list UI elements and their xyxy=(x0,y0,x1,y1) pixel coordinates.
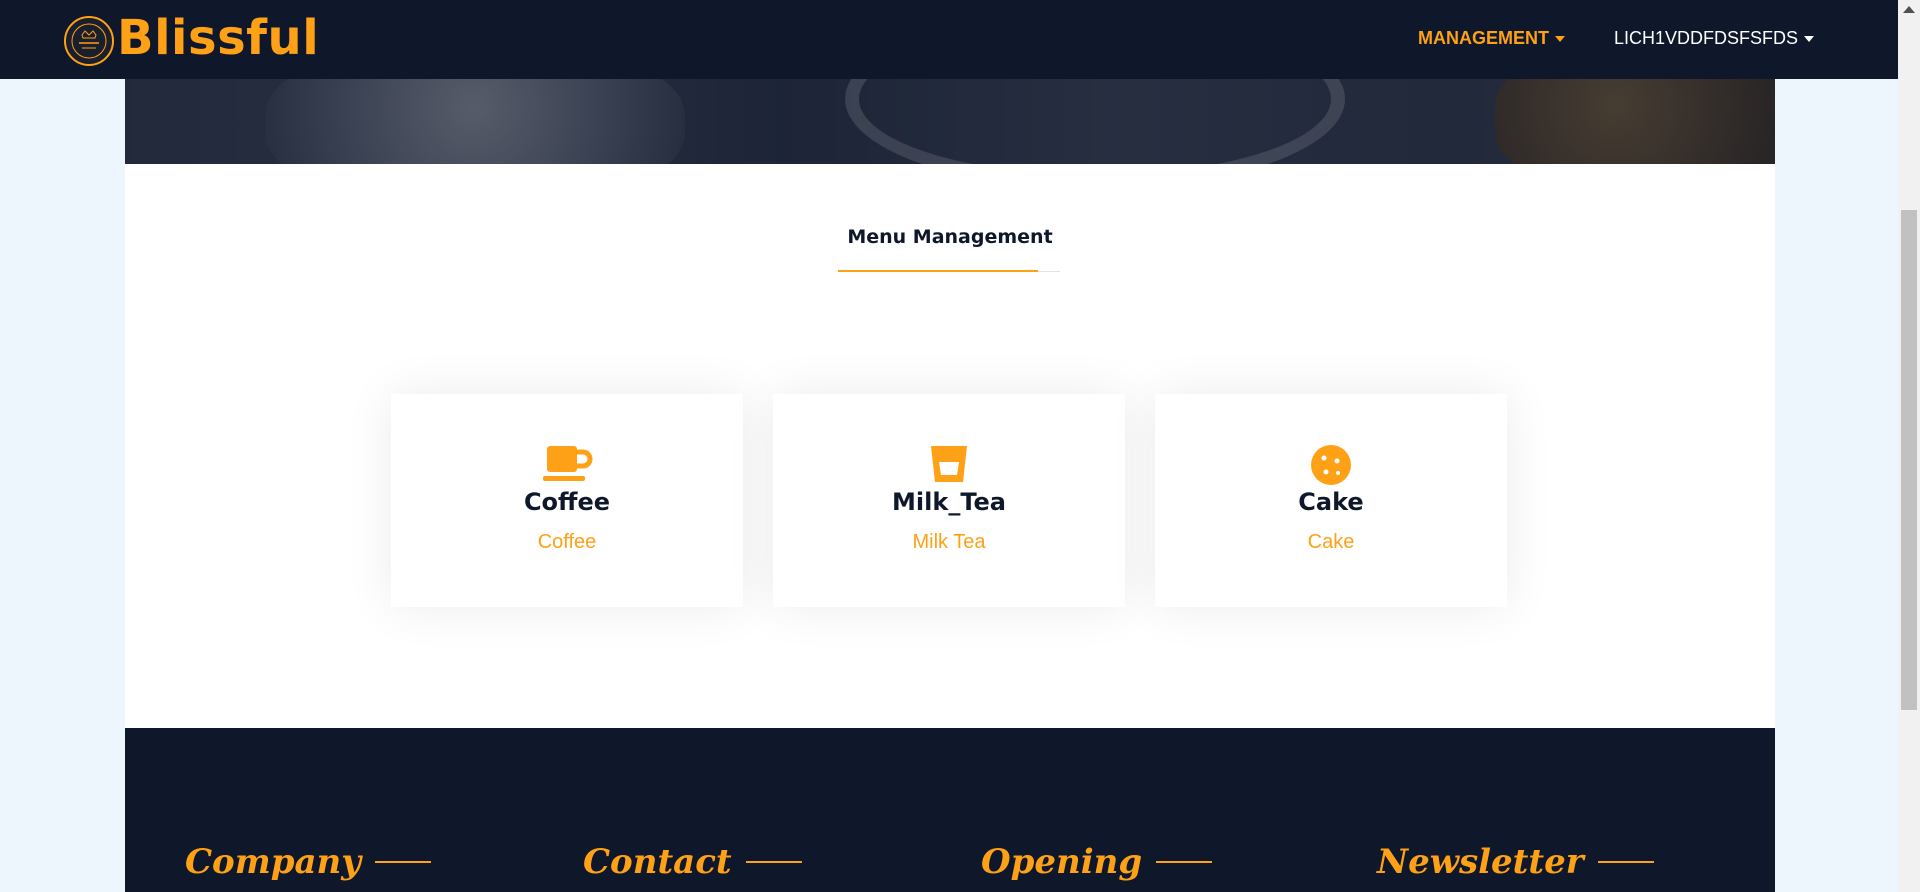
category-card-coffee[interactable]: Coffee Coffee xyxy=(391,394,743,607)
hero-cake-image xyxy=(1495,79,1775,164)
nav-user-label: LICH1VDDFDSFSFDS xyxy=(1614,28,1799,48)
nav-user-dropdown[interactable]: LICH1VDDFDSFSFDS xyxy=(1614,28,1815,49)
scrollbar-thumb[interactable] xyxy=(1901,210,1917,710)
heading-divider xyxy=(1156,861,1213,863)
footer-heading-label: Opening xyxy=(981,842,1143,882)
card-title: Milk_Tea xyxy=(892,488,1006,516)
caret-down-icon xyxy=(1555,35,1565,42)
site-footer: Company Contact Opening Newsletter xyxy=(125,728,1775,892)
heading-divider xyxy=(745,861,802,863)
brand-name[interactable]: Blissful xyxy=(117,10,319,66)
top-navbar: Blissful MANAGEMENT LICH1VDDFDSFSFDS xyxy=(0,0,1898,79)
card-subtitle: Coffee xyxy=(537,531,597,553)
title-underline xyxy=(838,270,1038,272)
section-title: Menu Management xyxy=(847,226,1053,248)
hero-plate-image xyxy=(845,79,1345,164)
nav-management-dropdown[interactable]: MANAGEMENT xyxy=(1418,28,1565,49)
brand-logo-icon[interactable] xyxy=(64,16,114,66)
hero-banner-image xyxy=(125,79,1775,164)
category-card-cake[interactable]: Cake Cake xyxy=(1155,394,1507,607)
glass-icon xyxy=(773,444,1125,486)
scroll-up-arrow-icon[interactable] xyxy=(1903,6,1915,13)
card-subtitle: Cake xyxy=(1307,531,1355,553)
footer-heading-label: Contact xyxy=(583,842,732,882)
category-card-milk-tea[interactable]: Milk_Tea Milk Tea xyxy=(773,394,1125,607)
coffee-cup-icon xyxy=(391,444,743,486)
caret-down-icon xyxy=(1804,35,1815,42)
cookie-icon xyxy=(1155,444,1507,486)
footer-heading-opening: Opening xyxy=(981,842,1213,882)
card-title: Cake xyxy=(1298,488,1364,516)
title-underline-tail xyxy=(1038,271,1060,272)
page-scrollbar[interactable] xyxy=(1898,0,1920,892)
card-title: Coffee xyxy=(523,488,611,516)
heading-divider xyxy=(1597,861,1654,863)
footer-heading-newsletter: Newsletter xyxy=(1377,842,1654,882)
footer-heading-contact: Contact xyxy=(583,842,802,882)
card-subtitle: Milk Tea xyxy=(912,531,986,553)
footer-heading-label: Newsletter xyxy=(1377,842,1584,882)
hero-food-image xyxy=(265,79,685,164)
menu-management-section: Menu Management Coffee Coffee Milk_Tea M… xyxy=(125,164,1775,728)
footer-heading-label: Company xyxy=(185,842,361,882)
heading-divider xyxy=(375,861,431,863)
nav-management-label: MANAGEMENT xyxy=(1418,28,1549,48)
footer-heading-company: Company xyxy=(185,842,431,882)
